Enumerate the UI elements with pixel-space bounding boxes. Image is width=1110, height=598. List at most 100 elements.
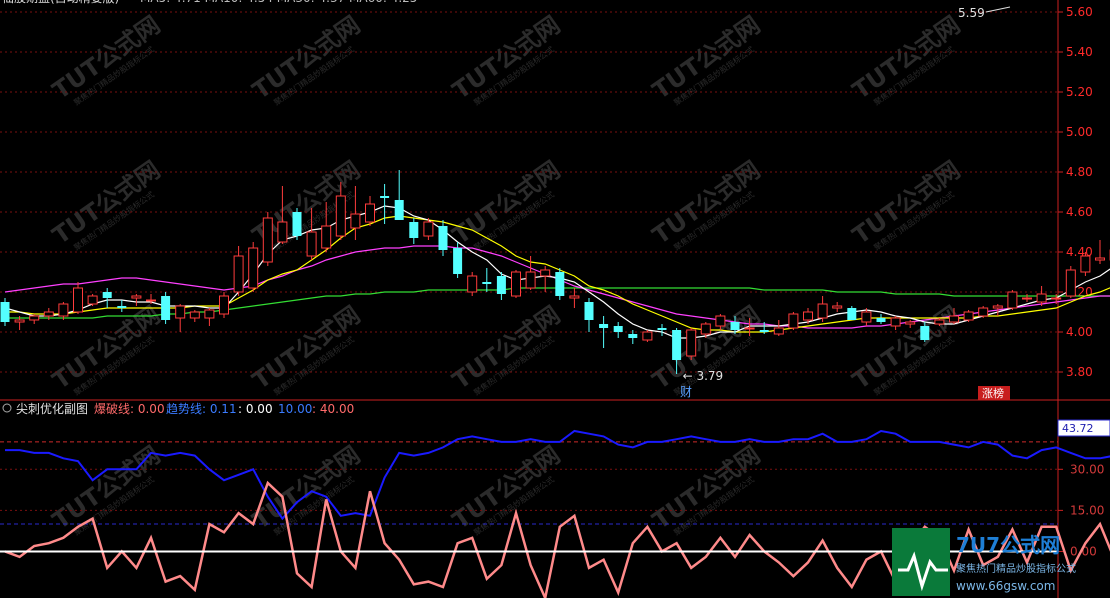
candle-body <box>161 296 171 320</box>
brand-name: 7U7公式网 <box>956 533 1060 557</box>
candle-body <box>14 319 25 323</box>
candle-body <box>730 322 740 330</box>
candle-body <box>219 295 229 315</box>
price-tick-label: 4.60 <box>1066 205 1093 219</box>
candle-body <box>262 217 273 263</box>
candle-body <box>978 307 989 317</box>
candle-body <box>189 311 200 319</box>
candle-body <box>1036 293 1047 303</box>
price-tick-label: 5.00 <box>1066 125 1093 139</box>
candle-body <box>934 319 945 325</box>
candle-body <box>43 311 54 317</box>
ma-legend: MA5: 4.71 MA10: 4.54 MA30: 4.37 MA60: 4.… <box>140 0 417 5</box>
candle-body <box>394 200 404 220</box>
candle-body <box>686 329 697 357</box>
candle-body <box>672 330 682 360</box>
candle-body <box>87 295 98 305</box>
candle-body <box>58 303 69 317</box>
candle-body <box>642 331 653 341</box>
candle-body <box>0 302 10 322</box>
candle-body <box>628 334 638 338</box>
indicator-collapse-icon <box>2 403 12 413</box>
finance-marker: 财 <box>680 385 692 399</box>
candle-body <box>832 305 843 309</box>
candle-body <box>409 222 419 238</box>
chart-stage: TUT公式网 聚焦热门精品炒股指标公式 TUT公式网 聚焦热门精品炒股指标公式 TUT公… <box>0 0 1110 598</box>
candle-body <box>525 271 536 289</box>
indicator-trend-label: 趋势线: 0.11 <box>166 402 237 416</box>
candle-body <box>905 321 916 325</box>
high-price-pointer <box>985 6 1011 13</box>
candle-body <box>335 195 346 237</box>
candle-body <box>496 276 506 294</box>
candle-body <box>555 272 565 296</box>
candle-body <box>204 309 215 319</box>
candle-body <box>1065 269 1076 297</box>
candle-body <box>117 306 127 308</box>
candle-body <box>992 305 1003 309</box>
candle-body <box>1051 297 1062 300</box>
price-tick-label: 4.80 <box>1066 165 1093 179</box>
candle-body <box>569 295 580 299</box>
candle-body <box>438 226 448 250</box>
candle-body <box>715 315 726 327</box>
chart-svg: TUT公式网聚焦热门精品炒股指标公式 TUT公式网聚焦热门精品炒股指标公式 TUT公… <box>0 0 1110 598</box>
candle-body <box>920 326 930 340</box>
candle-body <box>1007 291 1018 309</box>
candle-body <box>788 313 799 329</box>
indicator-value2: 10.00 <box>278 402 312 416</box>
limit-up-marker: 涨榜 <box>982 386 1004 400</box>
price-tick-label: 3.80 <box>1066 365 1093 379</box>
candle-body <box>467 275 478 293</box>
candle-body <box>1095 257 1105 261</box>
candle-body <box>963 311 974 321</box>
candle-body <box>1080 255 1091 273</box>
candle-body <box>744 327 755 330</box>
candle-body <box>292 212 302 236</box>
candle-body <box>175 305 186 319</box>
indicator-value1: : 0.00 <box>238 402 273 416</box>
candle-body <box>861 311 872 323</box>
price-tick-label: 5.60 <box>1066 5 1093 19</box>
candle-body <box>306 231 317 257</box>
candle-body <box>890 317 901 327</box>
brand-logo-svg: 7U7公式网 聚焦热门精品炒股指标公式 www.66gsw.com <box>892 528 1076 596</box>
brand-slogan: 聚焦热门精品炒股指标公式 <box>956 562 1076 575</box>
candle-body <box>847 308 857 320</box>
indicator-tick-label: 30.00 <box>1070 462 1104 476</box>
candle-body <box>700 323 711 335</box>
candle-body <box>146 299 156 302</box>
candle-body <box>657 328 667 330</box>
candle-body <box>29 315 40 321</box>
candle-body <box>423 221 434 237</box>
price-tick-label: 5.40 <box>1066 45 1093 59</box>
candle-body <box>540 269 551 277</box>
candle-body <box>482 282 492 284</box>
candle-body <box>365 203 375 223</box>
price-tick-label: 5.20 <box>1066 85 1093 99</box>
indicator-burst-label: 爆破线: 0.00 <box>94 401 165 416</box>
candle-body <box>803 311 813 321</box>
candle-body <box>876 318 886 322</box>
high-price-label: 5.59 <box>958 6 985 20</box>
indicator-tick-label: 15.00 <box>1070 503 1104 517</box>
candle-body <box>511 271 521 297</box>
candle-body <box>817 303 828 319</box>
candle-body <box>277 221 288 243</box>
candle-body <box>233 255 244 293</box>
low-price-label: ← 3.79 <box>683 369 724 383</box>
brand-url: www.66gsw.com <box>956 579 1055 593</box>
candle-body <box>248 247 259 289</box>
candle-body <box>453 248 463 274</box>
indicator-current-value: 43.72 <box>1062 422 1094 435</box>
candle-body <box>350 213 361 229</box>
price-tick-label: 4.00 <box>1066 325 1093 339</box>
candle-body <box>102 292 112 298</box>
candle-body <box>584 302 594 320</box>
indicator-name: 尖刺优化副图 <box>16 402 88 416</box>
candle-body <box>759 330 769 332</box>
candle-body <box>321 225 332 249</box>
candle-body <box>599 324 609 328</box>
candle-body <box>73 287 83 313</box>
indicator-value3: : 40.00 <box>312 402 354 416</box>
